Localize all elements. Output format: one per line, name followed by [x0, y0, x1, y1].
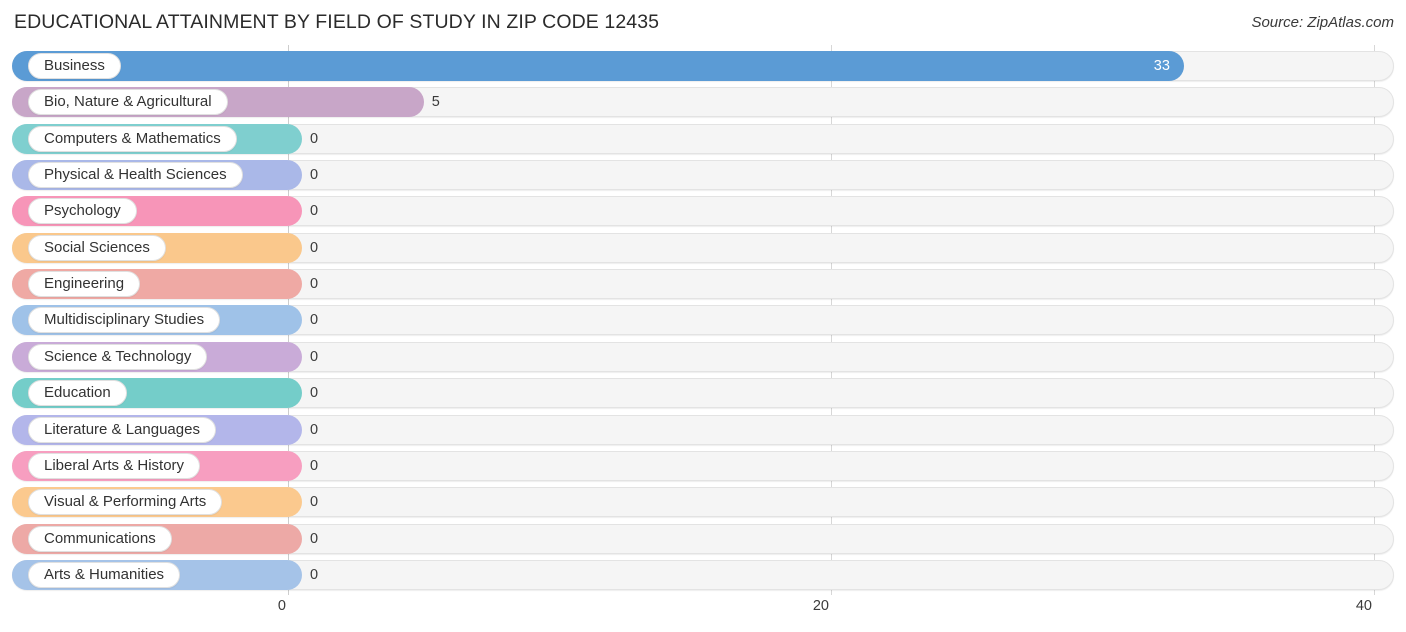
x-tick-label: 20	[812, 598, 829, 614]
bar-value-label: 0	[310, 312, 319, 329]
category-label: Arts & Humanities	[28, 561, 181, 588]
category-label: Psychology	[28, 198, 137, 225]
category-label: Business	[28, 53, 121, 79]
category-label: Literature & Languages	[28, 416, 216, 443]
bar-value-label: 0	[310, 457, 319, 474]
bar-value-label: 0	[310, 530, 319, 547]
chart-row: Multidisciplinary Studies 0	[12, 305, 1394, 336]
category-label: Multidisciplinary Studies	[28, 307, 221, 334]
bar-value-label: 0	[310, 239, 319, 256]
x-tick-label: 0	[277, 598, 286, 614]
chart-row: Liberal Arts & History 0	[12, 450, 1394, 481]
bar-value-label: 0	[310, 203, 319, 220]
bar-value-label: 5	[431, 94, 440, 111]
bar-value-label: 0	[310, 385, 319, 402]
category-label: Liberal Arts & History	[28, 452, 201, 479]
category-label: Social Sciences	[28, 234, 166, 261]
chart-row: Literature & Languages 0	[12, 414, 1394, 445]
bar-value-label: 0	[310, 276, 319, 293]
chart-row: Computers & Mathematics 0	[12, 123, 1394, 154]
chart-row: Communications 0	[12, 523, 1394, 554]
bar[interactable]: 33	[12, 51, 1184, 81]
bar-value-label: 0	[310, 130, 319, 147]
chart-row: Social Sciences 0	[12, 232, 1394, 263]
source-attribution: Source: ZipAtlas.com	[1251, 14, 1394, 31]
chart-row: Education 0	[12, 378, 1394, 409]
chart-row: Visual & Performing Arts 0	[12, 487, 1394, 518]
category-label: Computers & Mathematics	[28, 125, 237, 152]
category-label: Physical & Health Sciences	[28, 162, 243, 189]
x-axis: 0 20 40	[0, 595, 1406, 632]
chart-row: 33 Business	[12, 51, 1394, 81]
bar-value-label: 33	[1153, 58, 1170, 74]
bar-value-label: 0	[310, 494, 319, 511]
chart-plot-area: 33 Business Bio, Nature & Agricultural 5 Com…	[0, 45, 1406, 595]
chart-row: Engineering 0	[12, 269, 1394, 300]
category-label: Science & Technology	[28, 343, 208, 370]
category-label: Education	[28, 380, 127, 407]
category-label: Communications	[28, 525, 172, 552]
chart-header: EDUCATIONAL ATTAINMENT BY FIELD OF STUDY…	[0, 0, 1406, 44]
x-tick-label: 40	[1355, 598, 1372, 614]
page-title: EDUCATIONAL ATTAINMENT BY FIELD OF STUDY…	[14, 11, 660, 33]
chart-row: Psychology 0	[12, 196, 1394, 227]
bar-value-label: 0	[310, 167, 319, 184]
chart-row: Bio, Nature & Agricultural 5	[12, 87, 1394, 118]
bar-value-label: 0	[310, 566, 319, 583]
category-label: Bio, Nature & Agricultural	[28, 89, 228, 116]
bar-value-label: 0	[310, 348, 319, 365]
category-label: Engineering	[28, 271, 141, 298]
bar-value-label: 0	[310, 421, 319, 438]
chart-row: Physical & Health Sciences 0	[12, 160, 1394, 191]
category-label: Visual & Performing Arts	[28, 489, 223, 516]
chart-row: Science & Technology 0	[12, 341, 1394, 372]
chart-row: Arts & Humanities 0	[12, 559, 1394, 590]
